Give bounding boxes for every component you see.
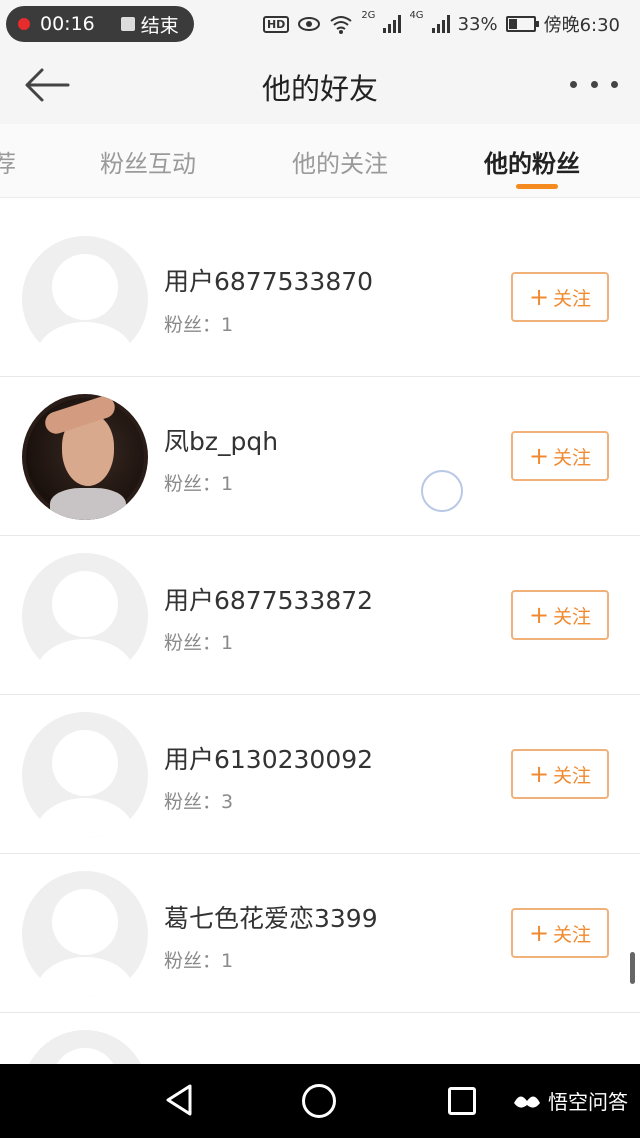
avatar[interactable] — [22, 871, 148, 997]
system-nav-bar: 悟空问答 — [0, 1064, 640, 1138]
stop-icon — [120, 17, 135, 31]
screen-record-pill[interactable]: 00:16 结束 — [6, 6, 194, 42]
follow-label: 关注 — [553, 605, 592, 628]
loading-spinner-icon — [421, 470, 463, 512]
page-title: 他的好友 — [261, 72, 378, 106]
user-name[interactable]: 凤bz_pqh — [164, 422, 278, 458]
wifi-icon — [330, 16, 352, 34]
avatar[interactable] — [22, 1030, 148, 1064]
user-name[interactable]: 用户6877533870 — [164, 262, 373, 298]
tab-his-fans[interactable]: 他的粉丝 — [484, 144, 580, 179]
fans-count: 粉丝：3 — [164, 791, 234, 813]
status-bar: 00:16 结束 HD 2G 4G 33% 傍晚6:30 — [0, 0, 640, 48]
fans-count: 粉丝：1 — [164, 632, 234, 654]
tab-bar: 荐 粉丝互动 他的关注 他的粉丝 — [0, 124, 640, 198]
eye-icon — [298, 17, 321, 31]
list-item[interactable]: 用户6877533870 粉丝：1 + 关注 — [0, 198, 640, 362]
tab-his-following[interactable]: 他的关注 — [292, 144, 388, 179]
battery-icon — [505, 16, 539, 32]
tab-fan-interaction[interactable]: 粉丝互动 — [100, 144, 196, 179]
plus-icon: + — [528, 601, 550, 629]
follow-button[interactable]: + 关注 — [511, 272, 609, 322]
fans-count: 粉丝：1 — [164, 473, 234, 495]
clock: 傍晚6:30 — [543, 15, 620, 36]
nav-home-circle-icon[interactable] — [302, 1084, 336, 1118]
record-end-label: 结束 — [140, 14, 179, 37]
network-2g-label: 2G — [361, 10, 376, 21]
follow-button[interactable]: + 关注 — [511, 749, 609, 799]
avatar[interactable] — [22, 236, 148, 362]
plus-icon: + — [528, 283, 550, 311]
follow-button[interactable]: + 关注 — [511, 590, 609, 640]
plus-icon: + — [528, 442, 550, 470]
user-name[interactable]: 用户6877533872 — [164, 581, 373, 617]
avatar[interactable] — [22, 394, 148, 520]
record-dot-icon — [18, 18, 30, 30]
active-tab-indicator — [516, 184, 558, 189]
scrollbar[interactable] — [630, 952, 635, 984]
follow-label: 关注 — [553, 923, 592, 946]
avatar[interactable] — [22, 712, 148, 838]
follow-label: 关注 — [553, 446, 592, 469]
tab-recommend[interactable]: 荐 — [0, 144, 16, 179]
list-item[interactable] — [0, 1012, 640, 1064]
follow-label: 关注 — [553, 287, 592, 310]
nav-back-triangle-icon[interactable] — [164, 1082, 194, 1118]
list-item[interactable]: 葛七色花爱恋3399 粉丝：1 + 关注 — [0, 853, 640, 1012]
plus-icon: + — [528, 760, 550, 788]
list-item[interactable]: 凤bz_pqh 粉丝：1 + 关注 — [0, 376, 640, 535]
follow-button[interactable]: + 关注 — [511, 431, 609, 481]
fans-count: 粉丝：1 — [164, 950, 234, 972]
list-item[interactable]: 用户6130230092 粉丝：3 + 关注 — [0, 694, 640, 853]
network-4g-label: 4G — [409, 10, 424, 21]
list-item[interactable]: 用户6877533872 粉丝：1 + 关注 — [0, 535, 640, 694]
status-icons: HD 2G 4G 33% 傍晚6:30 — [262, 10, 620, 38]
plus-icon: + — [528, 919, 550, 947]
brand-watermark: 悟空问答 — [512, 1086, 628, 1115]
user-name[interactable]: 用户6130230092 — [164, 740, 373, 776]
hd-badge: HD — [262, 15, 290, 33]
avatar[interactable] — [22, 553, 148, 679]
brand-name: 悟空问答 — [548, 1090, 628, 1114]
fans-list: 用户6877533870 粉丝：1 + 关注 凤bz_pqh 粉丝：1 + 关注 用… — [0, 198, 640, 1064]
record-time: 00:16 — [40, 13, 95, 35]
battery-fill — [508, 19, 517, 29]
nav-recent-square-icon[interactable] — [448, 1087, 476, 1115]
follow-button[interactable]: + 关注 — [511, 908, 609, 958]
nav-bar: 他的好友 — [0, 48, 640, 124]
signal-icon-1 — [383, 15, 402, 33]
battery-percent: 33% — [457, 13, 498, 35]
brand-logo-icon — [514, 1095, 540, 1108]
follow-label: 关注 — [553, 764, 592, 787]
signal-icon-2 — [431, 15, 450, 33]
user-name[interactable]: 葛七色花爱恋3399 — [164, 899, 378, 935]
more-options-icon[interactable] — [570, 70, 618, 98]
fans-count: 粉丝：1 — [164, 314, 234, 336]
